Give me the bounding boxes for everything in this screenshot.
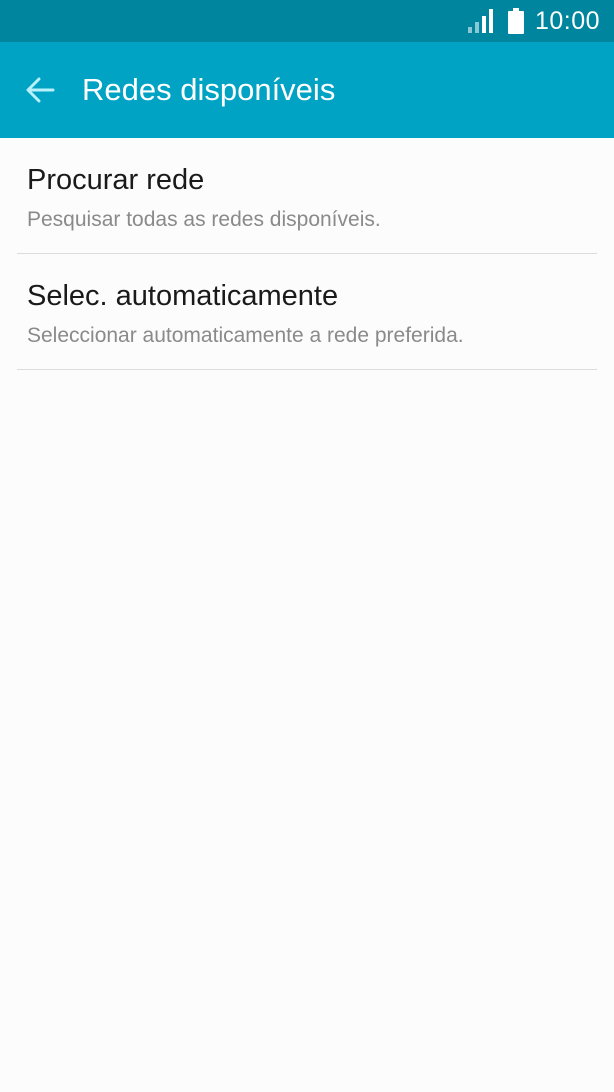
arrow-left-icon (26, 77, 55, 103)
list-item-select-automatically[interactable]: Selec. automaticamente Seleccionar autom… (17, 254, 597, 370)
settings-list: Procurar rede Pesquisar todas as redes d… (17, 138, 597, 370)
battery-icon (507, 8, 524, 34)
page-title: Redes disponíveis (82, 72, 336, 107)
app-bar: Redes disponíveis (0, 42, 614, 138)
status-icons: 10:00 (467, 0, 600, 42)
list-item-title: Procurar rede (27, 164, 205, 196)
list-item-summary: Seleccionar automaticamente a rede prefe… (27, 324, 464, 347)
list-item-summary: Pesquisar todas as redes disponíveis. (27, 208, 381, 231)
status-time: 10:00 (534, 6, 600, 35)
list-item-search-network[interactable]: Procurar rede Pesquisar todas as redes d… (17, 138, 597, 254)
signal-strength-icon (467, 9, 493, 33)
list-item-title: Selec. automaticamente (27, 280, 339, 312)
status-bar: 10:00 (0, 0, 614, 42)
back-button[interactable] (14, 66, 66, 114)
